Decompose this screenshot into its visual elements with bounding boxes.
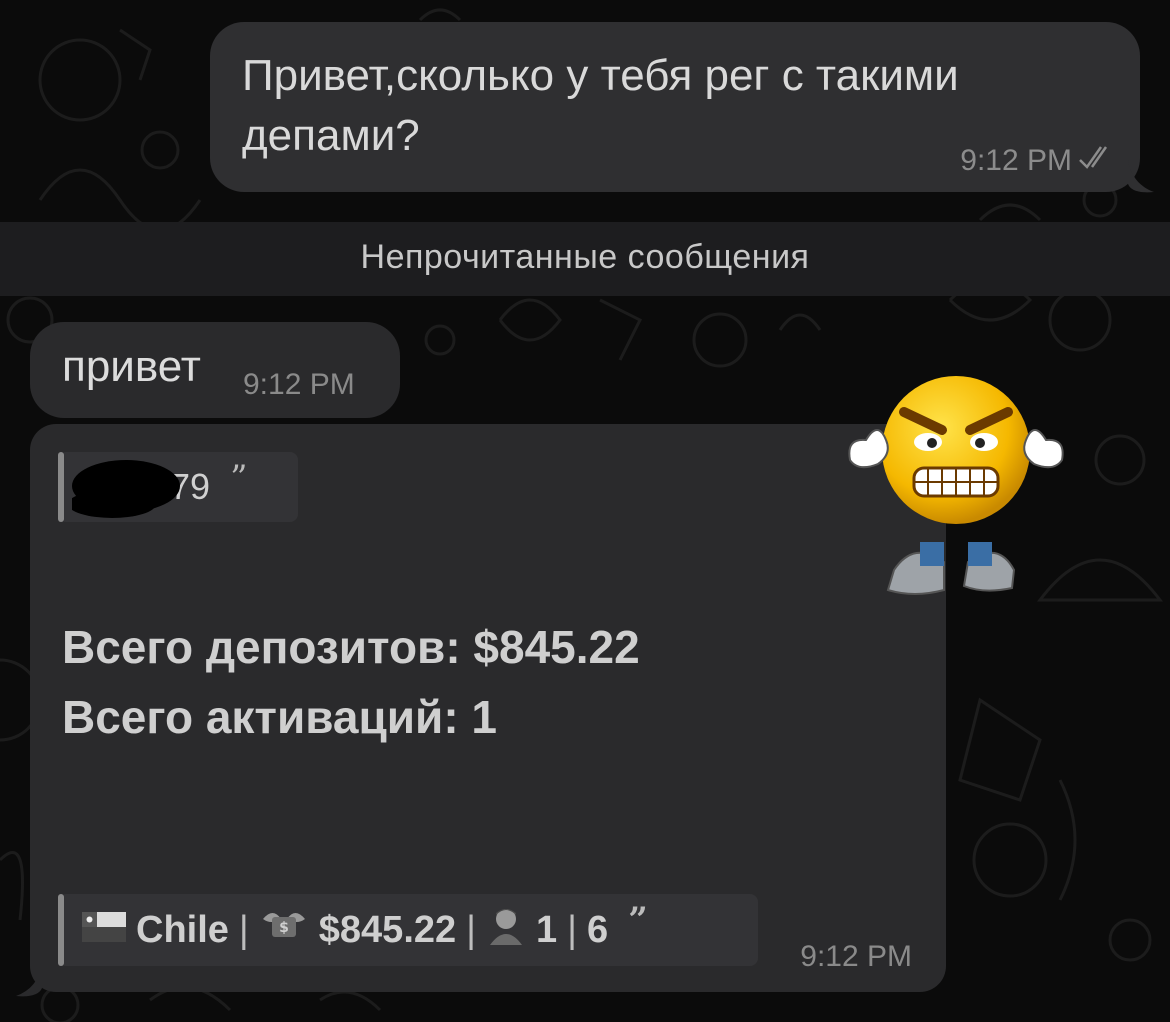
quote-mark-icon: ” [628,900,648,940]
incoming-bubble-tail [16,964,42,997]
separator: | [567,908,578,951]
amount-value: $845.22 [318,908,457,951]
total-activations-line: Всего активаций: 1 [62,691,498,743]
money-wings-icon: $ [259,905,309,955]
angry-smiley-sticker[interactable] [836,350,1076,620]
shoes-icon [886,542,1016,595]
person-icon [486,905,526,955]
outgoing-message-time: 9:12 PM [960,144,1072,177]
double-check-icon [1078,144,1118,178]
incoming-message-time: 9:12 PM [243,368,355,401]
incoming-message-bubble[interactable]: привет 9:12 PM [30,322,400,418]
quoted-sender-text: 579 ” [72,458,247,518]
redaction-scribble [72,460,180,518]
quote-mark-icon: ” [230,458,248,498]
unread-messages-divider: Непрочитанные сообщения [0,222,1170,296]
count-b: 6 [587,908,609,951]
separator: | [238,908,249,951]
outgoing-bubble-tail [1128,160,1154,193]
chile-flag-icon [82,909,126,952]
country-name: Chile [136,908,229,951]
incoming-stats-message-time: 9:12 PM [800,940,912,973]
outgoing-message-bubble[interactable]: Привет,сколько у тебя рег с такими депам… [210,22,1140,192]
separator: | [466,908,477,951]
incoming-message-text: привет [62,342,201,391]
count-a: 1 [536,908,558,951]
unread-messages-label: Непрочитанные сообщения [360,238,810,276]
footer-quote-content: Chile | $ $845.22 | 1 | 6 ” [82,900,648,955]
incoming-stats-message-bubble[interactable]: 579 ” Всего депозитов: $845.22 Всего акт… [30,424,946,992]
outgoing-message-meta: 9:12 PM [960,144,1118,178]
footer-quote-block[interactable]: Chile | $ $845.22 | 1 | 6 ” [58,894,758,966]
total-deposits-line: Всего депозитов: $845.22 [62,621,640,673]
quoted-sender-block[interactable]: 579 ” [58,452,298,522]
stats-text: Всего депозитов: $845.22 Всего активаций… [62,612,640,752]
quote-accent-bar [58,452,64,522]
quote-accent-bar [58,894,64,966]
svg-text:$: $ [279,920,289,936]
